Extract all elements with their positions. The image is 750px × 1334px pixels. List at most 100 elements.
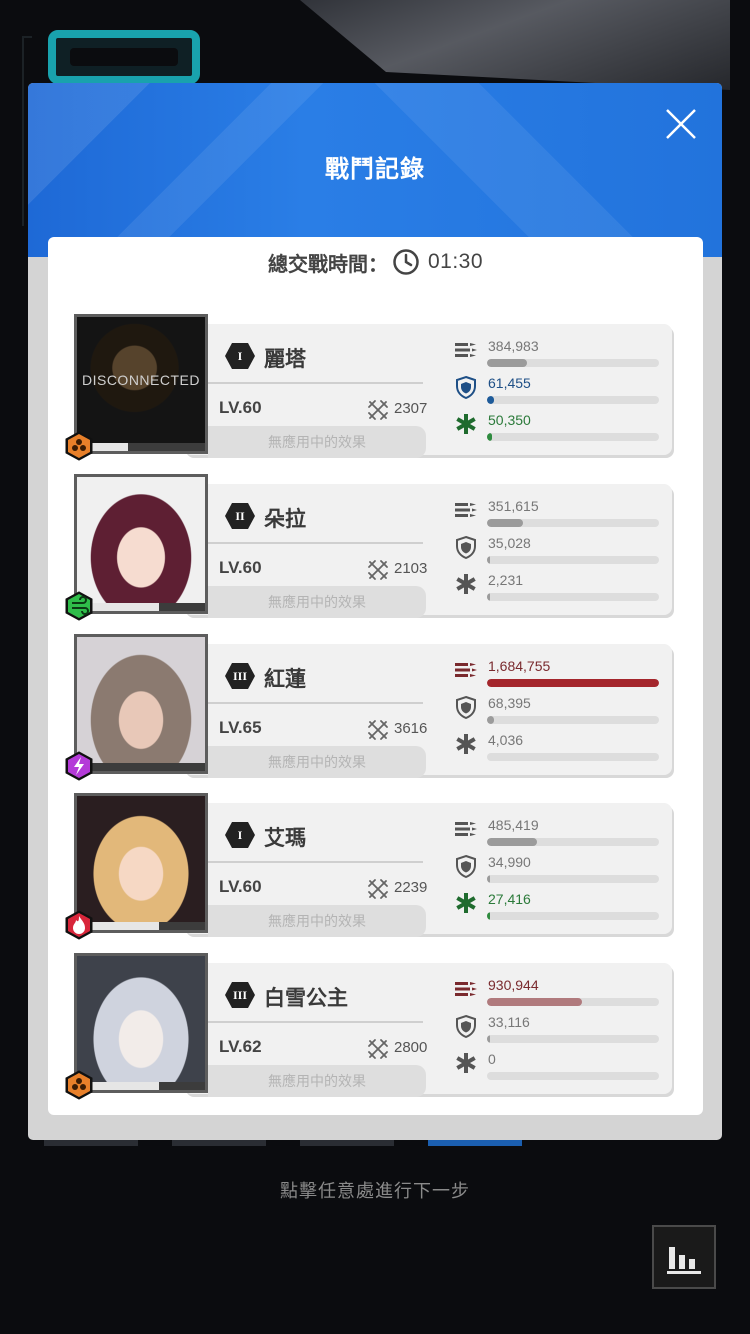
heal-value: 50,350 bbox=[488, 412, 531, 428]
damage-icon bbox=[454, 817, 478, 841]
damage-value: 930,944 bbox=[488, 977, 539, 993]
heal-icon bbox=[454, 891, 478, 915]
shield-icon bbox=[454, 854, 478, 878]
effect-status: 無應用中的效果 bbox=[208, 426, 426, 458]
damage-stat: 1,684,755 bbox=[454, 658, 664, 694]
character-level: LV.65 bbox=[219, 718, 262, 737]
heal-value: 2,231 bbox=[488, 572, 524, 588]
defense-stat: 33,116 bbox=[454, 1014, 664, 1050]
damage-icon bbox=[454, 658, 478, 682]
rank-label: III bbox=[232, 669, 247, 683]
rank-badge: III bbox=[224, 981, 256, 1009]
effect-status: 無應用中的效果 bbox=[208, 746, 426, 778]
continue-hint[interactable]: 點擊任意處進行下一步 bbox=[0, 1177, 750, 1203]
damage-value: 1,684,755 bbox=[488, 658, 551, 674]
shield-icon bbox=[454, 1014, 478, 1038]
portrait-art bbox=[77, 796, 205, 930]
close-button[interactable] bbox=[664, 107, 698, 141]
power-icon bbox=[366, 398, 390, 422]
damage-bar-fill bbox=[487, 359, 527, 367]
defense-value: 34,990 bbox=[488, 854, 531, 870]
heal-stat: 2,231 bbox=[454, 572, 664, 608]
effect-status: 無應用中的效果 bbox=[208, 586, 426, 618]
defense-bar-fill bbox=[487, 556, 491, 564]
character-portrait bbox=[74, 474, 208, 614]
damage-stat: 351,615 bbox=[454, 498, 664, 534]
damage-value: 351,615 bbox=[488, 498, 539, 514]
wind-element-icon bbox=[64, 591, 94, 621]
damage-icon bbox=[454, 498, 478, 522]
damage-value: 485,419 bbox=[488, 817, 539, 833]
lightning-element-icon bbox=[64, 751, 94, 781]
rank-label: III bbox=[232, 988, 247, 1002]
hp-bar bbox=[77, 922, 205, 930]
heal-value: 4,036 bbox=[488, 732, 524, 748]
damage-bar bbox=[487, 998, 659, 1006]
character-row: III 白雪公主 LV.62 2800 無應用中的效果 930,944 33,1… bbox=[48, 953, 703, 1100]
power-value: 2307 bbox=[394, 400, 428, 417]
heal-stat: 27,416 bbox=[454, 891, 664, 927]
shield-icon bbox=[454, 695, 478, 719]
defense-bar bbox=[487, 1035, 659, 1043]
defense-value: 61,455 bbox=[488, 375, 531, 391]
rank-badge: II bbox=[224, 502, 256, 530]
statistics-button[interactable] bbox=[652, 1225, 716, 1289]
power-icon bbox=[366, 558, 390, 582]
defense-bar bbox=[487, 556, 659, 564]
character-level: LV.60 bbox=[219, 398, 262, 417]
defense-bar-fill bbox=[487, 875, 491, 883]
heal-stat: 50,350 bbox=[454, 412, 664, 448]
portrait-art bbox=[77, 637, 205, 771]
character-portrait: DISCONNECTED bbox=[74, 314, 208, 454]
heal-bar-fill bbox=[487, 593, 490, 601]
disconnected-label: DISCONNECTED bbox=[81, 372, 200, 388]
hp-bar bbox=[77, 443, 205, 451]
character-portrait bbox=[74, 953, 208, 1093]
damage-bar-fill bbox=[487, 838, 537, 846]
portrait-art bbox=[77, 477, 205, 611]
effect-status: 無應用中的效果 bbox=[208, 1065, 426, 1097]
heal-icon bbox=[454, 1051, 478, 1075]
bar-chart-icon bbox=[667, 1247, 701, 1274]
character-row: II 朵拉 LV.60 2103 無應用中的效果 351,615 35,028 bbox=[48, 474, 703, 621]
defense-bar bbox=[487, 396, 659, 404]
character-level: LV.60 bbox=[219, 877, 262, 896]
character-row: I 艾瑪 LV.60 2239 無應用中的效果 485,419 34,990 2… bbox=[48, 793, 703, 940]
damage-bar-fill bbox=[487, 679, 659, 687]
rank-label: I bbox=[237, 828, 243, 842]
close-icon bbox=[666, 109, 696, 139]
heal-icon bbox=[454, 572, 478, 596]
character-name: 紅蓮 bbox=[264, 668, 306, 691]
defense-value: 68,395 bbox=[488, 695, 531, 711]
heal-bar bbox=[487, 433, 659, 441]
character-name: 麗塔 bbox=[264, 348, 306, 371]
character-row: III 紅蓮 LV.65 3616 無應用中的效果 1,684,755 68,3… bbox=[48, 634, 703, 781]
character-name: 白雪公主 bbox=[264, 987, 348, 1010]
defense-bar-fill bbox=[487, 396, 494, 404]
heal-bar bbox=[487, 593, 659, 601]
damage-bar-fill bbox=[487, 519, 524, 527]
heal-icon bbox=[454, 412, 478, 436]
power-value: 2239 bbox=[394, 879, 428, 896]
hexagon-element-icon bbox=[64, 431, 94, 461]
defense-bar bbox=[487, 875, 659, 883]
hp-bar bbox=[77, 603, 205, 611]
heal-bar bbox=[487, 753, 659, 761]
defense-stat: 34,990 bbox=[454, 854, 664, 890]
character-name: 朵拉 bbox=[264, 508, 306, 531]
character-level: LV.60 bbox=[219, 558, 262, 577]
hp-bar bbox=[77, 1082, 205, 1090]
character-portrait bbox=[74, 793, 208, 933]
rank-label: II bbox=[235, 509, 245, 523]
power-value: 2103 bbox=[394, 560, 428, 577]
defense-stat: 35,028 bbox=[454, 535, 664, 571]
divider bbox=[208, 861, 423, 863]
rank-label: I bbox=[237, 349, 243, 363]
dialog-title: 戰鬥記錄 bbox=[325, 156, 425, 183]
dialog-header: 戰鬥記錄 bbox=[28, 83, 722, 257]
rank-badge: III bbox=[224, 662, 256, 690]
damage-bar bbox=[487, 679, 659, 687]
character-portrait bbox=[74, 634, 208, 774]
hexagon-element-icon bbox=[64, 1070, 94, 1100]
defense-bar-fill bbox=[487, 716, 494, 724]
